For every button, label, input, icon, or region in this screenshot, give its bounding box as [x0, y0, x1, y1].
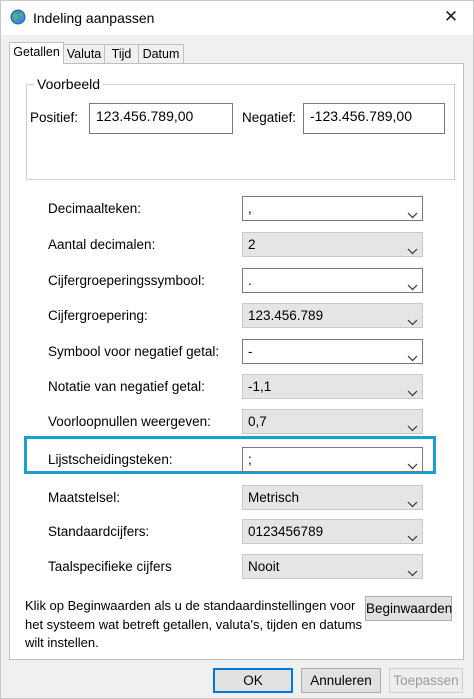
setting-label: Aantal decimalen: — [48, 237, 156, 252]
setting-value: - — [248, 344, 253, 359]
setting-label: Cijfergroepering: — [48, 308, 148, 323]
chevron-down-icon — [407, 562, 418, 577]
setting-value: ; — [248, 452, 252, 467]
chevron-down-icon — [407, 311, 418, 326]
chevron-down-icon — [407, 347, 418, 362]
setting-value: Metrisch — [248, 490, 300, 505]
tab-panel-getallen: Voorbeeld Positief: 123.456.789,00 Negat… — [9, 63, 464, 660]
chevron-down-icon — [407, 493, 418, 508]
setting-combobox[interactable]: Nooit — [242, 554, 423, 579]
setting-label: Taalspecifieke cijfers — [48, 559, 172, 574]
setting-label: Voorloopnullen weergeven: — [48, 414, 211, 429]
chevron-down-icon — [407, 382, 418, 397]
setting-combobox[interactable]: Metrisch — [242, 485, 423, 510]
setting-combobox[interactable]: -1,1 — [242, 374, 423, 399]
window-title: Indeling aanpassen — [33, 10, 155, 26]
setting-value: 2 — [248, 237, 256, 252]
setting-value: , — [248, 201, 252, 216]
tab-getallen[interactable]: Getallen — [9, 42, 64, 64]
globe-clock-icon — [10, 9, 26, 25]
close-button[interactable]: ✕ — [439, 6, 463, 28]
setting-combobox[interactable]: 0123456789 — [242, 519, 423, 544]
setting-value: 0,7 — [248, 414, 267, 429]
setting-label: Lijstscheidingsteken: — [48, 452, 173, 467]
setting-value: 123.456.789 — [248, 308, 324, 323]
positive-label: Positief: — [30, 110, 79, 125]
setting-combobox[interactable]: ; — [242, 447, 423, 472]
example-group-title: Voorbeeld — [34, 76, 104, 92]
chevron-down-icon — [407, 240, 418, 255]
reset-defaults-button[interactable]: Beginwaarden — [365, 596, 452, 621]
setting-value: 0123456789 — [248, 524, 324, 539]
setting-combobox[interactable]: . — [242, 268, 423, 293]
setting-label: Maatstelsel: — [48, 490, 121, 505]
setting-combobox[interactable]: 0,7 — [242, 409, 423, 434]
setting-label: Decimaalteken: — [48, 201, 142, 216]
setting-combobox[interactable]: 123.456.789 — [242, 303, 423, 328]
setting-label: Notatie van negatief getal: — [48, 379, 205, 394]
chevron-down-icon — [407, 204, 418, 219]
setting-label: Cijfergroeperingssymbool: — [48, 273, 205, 288]
dialog-window: Indeling aanpassen ✕ Getallen Valuta Tij… — [0, 0, 474, 699]
tab-datum[interactable]: Datum — [138, 44, 184, 63]
chevron-down-icon — [407, 417, 418, 432]
reset-info-text: Klik op Beginwaarden als u de standaardi… — [25, 598, 363, 650]
setting-combobox[interactable]: - — [242, 339, 423, 364]
apply-button[interactable]: Toepassen — [389, 668, 463, 693]
chevron-down-icon — [407, 455, 418, 470]
negative-example-field: -123.456.789,00 — [303, 103, 445, 134]
example-group: Voorbeeld Positief: 123.456.789,00 Negat… — [26, 76, 455, 180]
chevron-down-icon — [407, 527, 418, 542]
setting-label: Symbool voor negatief getal: — [48, 344, 220, 359]
cancel-button[interactable]: Annuleren — [301, 668, 381, 693]
setting-value: -1,1 — [248, 379, 272, 394]
title-bar: Indeling aanpassen ✕ — [1, 1, 473, 35]
setting-value: Nooit — [248, 559, 280, 574]
chevron-down-icon — [407, 276, 418, 291]
positive-example-field: 123.456.789,00 — [89, 103, 233, 134]
negative-label: Negatief: — [242, 110, 297, 125]
setting-value: . — [248, 273, 252, 288]
setting-combobox[interactable]: , — [242, 196, 423, 221]
ok-button[interactable]: OK — [213, 668, 293, 693]
setting-label: Standaardcijfers: — [48, 524, 150, 539]
setting-combobox[interactable]: 2 — [242, 232, 423, 257]
tab-tijd[interactable]: Tijd — [104, 44, 139, 63]
tab-valuta[interactable]: Valuta — [63, 44, 105, 63]
